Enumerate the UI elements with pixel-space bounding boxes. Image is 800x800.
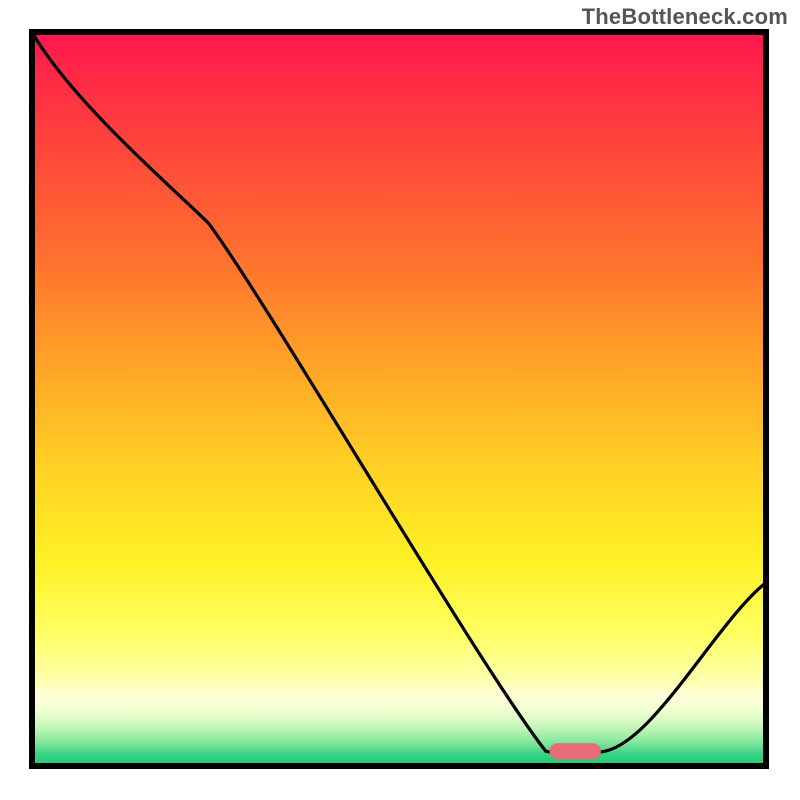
bottleneck-chart bbox=[0, 0, 800, 800]
optimum-marker bbox=[549, 743, 600, 759]
chart-page: TheBottleneck.com bbox=[0, 0, 800, 800]
plot-background bbox=[32, 32, 766, 766]
watermark-text: TheBottleneck.com bbox=[582, 4, 788, 30]
